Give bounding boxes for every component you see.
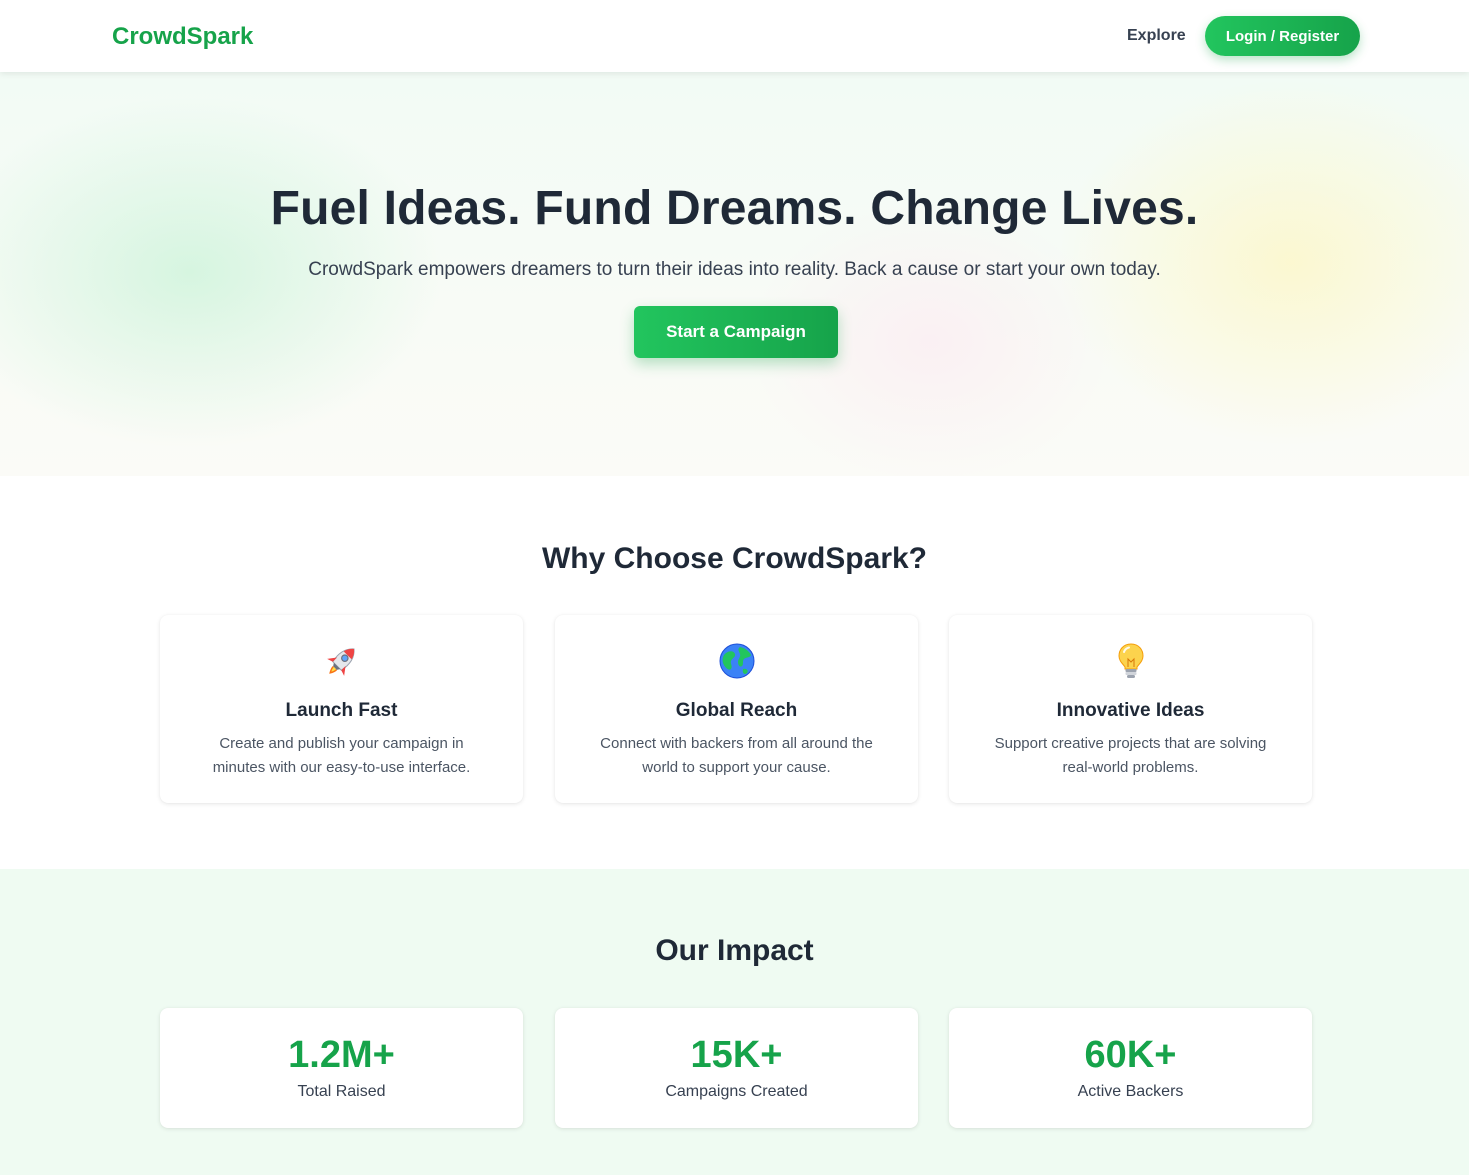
stat-value: 15K+ [690,1034,783,1076]
feature-card-launch-fast: Launch Fast Create and publish your camp… [160,615,523,803]
stat-label: Active Backers [1077,1083,1184,1100]
stat-value: 1.2M+ [288,1034,395,1076]
start-campaign-button[interactable]: Start a Campaign [634,306,838,358]
globe-icon [555,641,918,681]
feature-card-innovative-ideas: Innovative Ideas Support creative projec… [949,615,1312,803]
feature-title: Innovative Ideas [1056,700,1205,721]
hero-subtitle: CrowdSpark empowers dreamers to turn the… [308,259,1161,280]
feature-title: Global Reach [675,700,798,721]
impact-section: Our Impact 1.2M+ Total Raised 15K+ Campa… [0,869,1469,1175]
stat-card-total-raised: 1.2M+ Total Raised [160,1008,523,1128]
lightbulb-icon [949,641,1312,681]
brand-logo[interactable]: CrowdSpark [112,22,253,52]
navbar: CrowdSpark Explore Login / Register [0,0,1469,72]
stat-label: Total Raised [297,1083,386,1100]
stat-card-campaigns-created: 15K+ Campaigns Created [555,1008,918,1128]
login-register-button[interactable]: Login / Register [1205,16,1360,56]
impact-title: Our Impact [655,934,814,967]
stat-value: 60K+ [1084,1034,1177,1076]
nav-explore-link[interactable]: Explore [1127,26,1186,46]
features-section: Why Choose CrowdSpark? Launch Fast Creat… [0,476,1469,869]
feature-card-global-reach: Global Reach Connect with backers from a… [555,615,918,803]
hero-title: Fuel Ideas. Fund Dreams. Change Lives. [270,182,1199,235]
hero-section: Fuel Ideas. Fund Dreams. Change Lives. C… [0,72,1469,476]
feature-title: Launch Fast [285,700,398,721]
features-title: Why Choose CrowdSpark? [541,542,928,575]
stat-card-active-backers: 60K+ Active Backers [949,1008,1312,1128]
feature-description: Create and publish your campaign in minu… [212,735,471,776]
stat-label: Campaigns Created [665,1083,808,1100]
feature-description: Support creative projects that are solvi… [994,735,1267,776]
feature-description: Connect with backers from all around the… [600,735,873,776]
rocket-icon [160,641,523,681]
